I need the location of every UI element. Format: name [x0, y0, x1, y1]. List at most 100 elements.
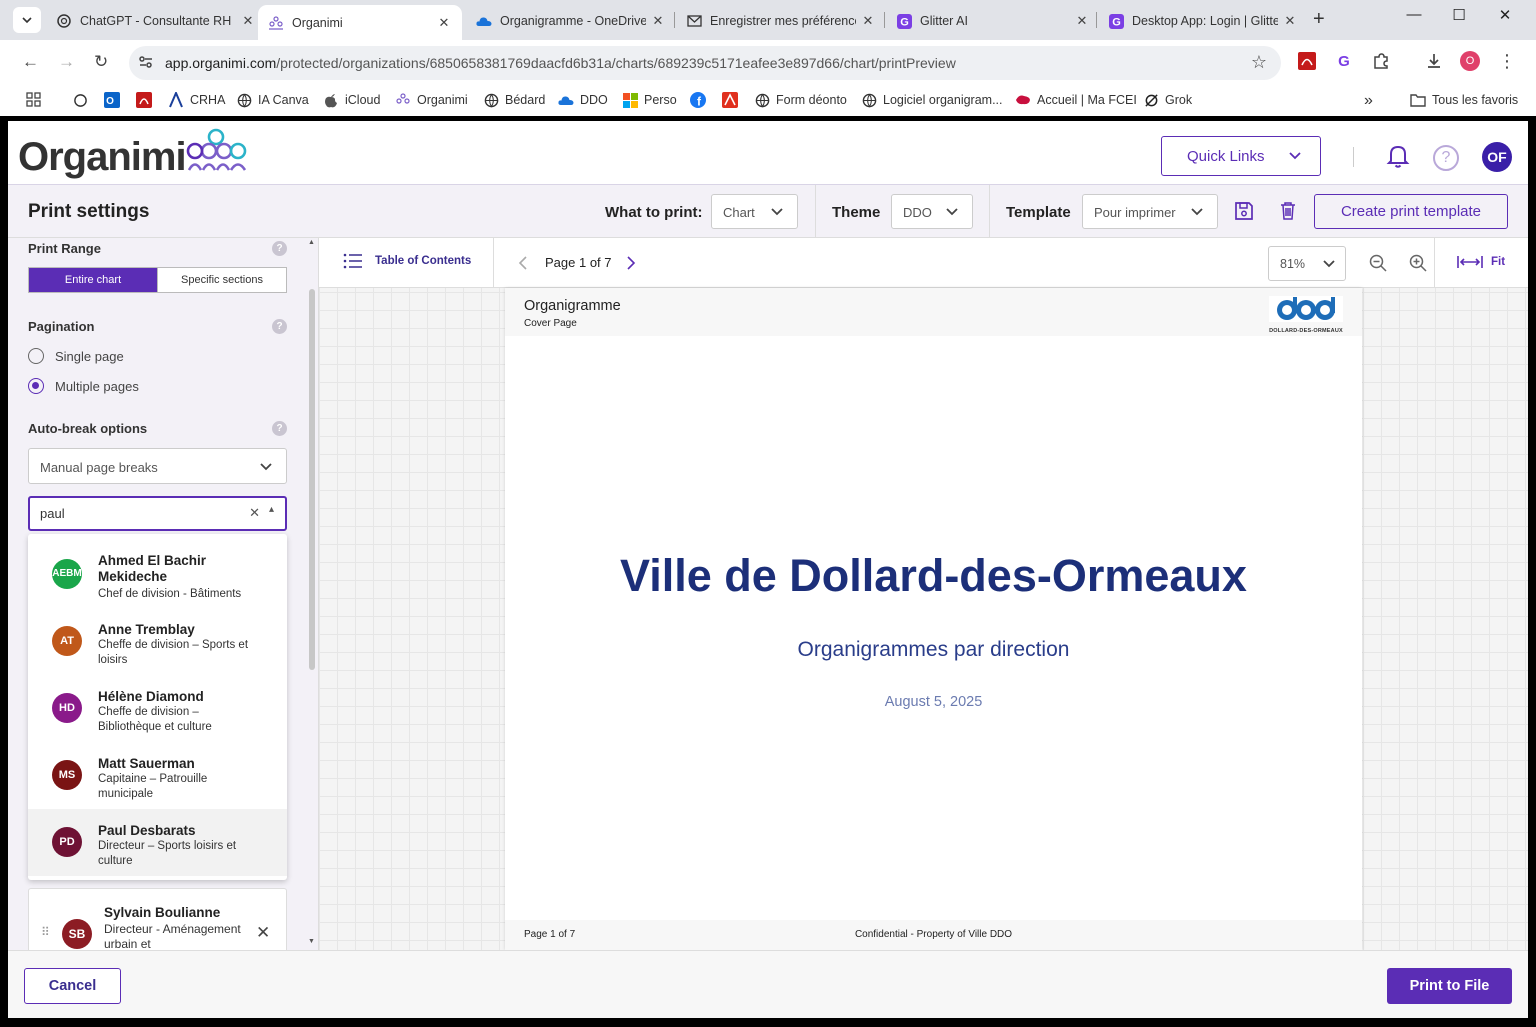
result-name: Anne Tremblay: [98, 622, 195, 637]
close-icon[interactable]: ✕: [1282, 13, 1298, 29]
close-icon[interactable]: ✕: [436, 15, 452, 31]
remove-close-icon[interactable]: ✕: [256, 923, 270, 943]
bookmark-ia-canva[interactable]: IA Canva: [236, 92, 309, 108]
result-item[interactable]: HD Hélène Diamond Cheffe de division – B…: [28, 675, 287, 742]
tab-glitter-login[interactable]: G Desktop App: Login | Glitter ✕: [1108, 6, 1298, 36]
bookmark-grok[interactable]: Grok: [1143, 92, 1192, 108]
scroll-up-arrow-icon[interactable]: ▲: [308, 239, 315, 246]
tab-preferences[interactable]: Enregistrer mes préférences ✕: [686, 6, 876, 36]
pagination-multiple-radio[interactable]: Multiple pages: [28, 378, 139, 394]
back-arrow-icon[interactable]: ←: [22, 52, 39, 72]
bookmark-form-deonto[interactable]: Form déonto: [754, 92, 847, 108]
more-bookmarks-chevron-icon[interactable]: »: [1364, 92, 1373, 110]
help-question-icon[interactable]: ?: [1433, 145, 1459, 171]
tab-search-button[interactable]: [13, 7, 41, 33]
bookmark-ddo[interactable]: DDO: [558, 92, 608, 108]
clear-search-icon[interactable]: ✕: [249, 505, 260, 521]
close-icon[interactable]: ✕: [1074, 13, 1090, 29]
person-search-box[interactable]: ✕ ▴: [28, 496, 287, 531]
download-icon[interactable]: [1424, 51, 1444, 71]
notifications-bell-icon[interactable]: [1386, 143, 1410, 169]
extensions-puzzle-icon[interactable]: [1371, 51, 1391, 71]
forward-arrow-icon[interactable]: →: [58, 52, 75, 72]
maximize-icon[interactable]: ☐: [1436, 6, 1482, 24]
reload-icon[interactable]: ↻: [94, 52, 108, 72]
bookmark-bedard[interactable]: Bédard: [483, 92, 545, 108]
scrollbar-thumb[interactable]: [309, 289, 315, 670]
tab-onedrive[interactable]: Organigramme - OneDrive ✕: [476, 6, 666, 36]
result-item[interactable]: PD Paul Desbarats Directeur – Sports loi…: [28, 809, 287, 876]
close-icon[interactable]: ✕: [240, 13, 256, 29]
bookmark-star-icon[interactable]: ☆: [1251, 52, 1267, 73]
bookmark-perso[interactable]: Perso: [622, 92, 677, 108]
bookmark-label: CRHA: [190, 93, 226, 107]
bookmark-crha[interactable]: CRHA: [168, 92, 225, 108]
help-question-icon[interactable]: ?: [272, 241, 287, 256]
person-search-input[interactable]: [40, 506, 240, 521]
window-close-icon[interactable]: ✕: [1482, 6, 1528, 24]
next-page-chevron-icon[interactable]: [625, 255, 637, 271]
radio-circle-selected[interactable]: [28, 378, 44, 394]
quick-links-button[interactable]: Quick Links: [1161, 136, 1321, 176]
fit-width-button[interactable]: Fit: [1457, 254, 1505, 270]
globe-icon: [483, 92, 499, 108]
bookmark-pdf[interactable]: [136, 92, 158, 108]
bookmark-logiciel[interactable]: Logiciel organigram...: [861, 92, 1003, 108]
help-question-icon[interactable]: ?: [272, 421, 287, 436]
site-info-icon[interactable]: [137, 53, 155, 76]
apple-icon: [323, 92, 339, 108]
auto-break-select[interactable]: Manual page breaks: [28, 448, 287, 484]
outlook-icon: O: [104, 92, 120, 108]
browser-menu-icon[interactable]: ⋮: [1497, 51, 1517, 71]
minimize-icon[interactable]: —: [1391, 6, 1437, 23]
template-select[interactable]: Pour imprimer: [1082, 194, 1218, 229]
bookmark-fcei[interactable]: Accueil | Ma FCEI: [1015, 92, 1137, 108]
zoom-out-icon[interactable]: [1369, 254, 1387, 272]
pdf-extension-icon[interactable]: [1297, 51, 1317, 71]
user-avatar[interactable]: OF: [1482, 142, 1512, 172]
close-icon[interactable]: ✕: [650, 13, 666, 29]
previous-page-chevron-icon[interactable]: [517, 255, 529, 271]
profile-avatar[interactable]: O: [1460, 51, 1480, 71]
zoom-select[interactable]: 81%: [1268, 246, 1346, 281]
collapse-caret-icon[interactable]: ▴: [269, 504, 274, 515]
glitter-icon: G: [896, 13, 912, 29]
close-icon[interactable]: ✕: [860, 13, 876, 29]
create-print-template-button[interactable]: Create print template: [1314, 194, 1508, 229]
result-item[interactable]: AT Anne Tremblay Cheffe de division – Sp…: [28, 608, 287, 675]
range-entire-chart-button[interactable]: Entire chart: [29, 268, 157, 292]
tab-organimi[interactable]: Organimi ✕: [258, 5, 462, 40]
bookmark-facebook[interactable]: f: [690, 92, 712, 108]
what-to-print-select[interactable]: Chart: [711, 194, 798, 229]
table-of-contents-button[interactable]: Table of Contents: [343, 252, 471, 270]
radio-circle[interactable]: [28, 348, 44, 364]
grammarly-extension-icon[interactable]: G: [1334, 51, 1354, 71]
pagination-single-radio[interactable]: Single page: [28, 348, 124, 364]
tab-chatgpt[interactable]: ChatGPT - Consultante RH ✕: [56, 6, 256, 36]
all-bookmarks-folder[interactable]: Tous les favoris: [1410, 92, 1518, 108]
left-panel-scrollbar[interactable]: ▲ ▼: [308, 238, 318, 950]
cancel-button[interactable]: Cancel: [24, 968, 121, 1004]
zoom-in-icon[interactable]: [1409, 254, 1427, 272]
print-to-file-button[interactable]: Print to File: [1387, 968, 1512, 1004]
bookmark-outlook[interactable]: O: [104, 92, 126, 108]
theme-select[interactable]: DDO: [891, 194, 973, 229]
new-tab-plus-icon[interactable]: +: [1313, 8, 1325, 31]
range-specific-sections-button[interactable]: Specific sections: [157, 268, 286, 292]
scroll-down-arrow-icon[interactable]: ▼: [308, 938, 315, 945]
bookmark-label: DDO: [580, 93, 608, 107]
drag-handle-icon[interactable]: ⠿: [41, 925, 50, 939]
result-item[interactable]: MS Matt Sauerman Capitaine – Patrouille …: [28, 742, 287, 809]
delete-trash-icon[interactable]: [1278, 201, 1298, 221]
bookmark-chatgpt[interactable]: [72, 92, 94, 108]
bookmark-organimi[interactable]: Organimi: [395, 92, 468, 108]
result-item[interactable]: AEBM Ahmed El Bachir Mekideche Chef de d…: [28, 538, 287, 605]
bookmark-adobe[interactable]: [722, 92, 744, 108]
bookmark-icloud[interactable]: iCloud: [323, 92, 380, 108]
apps-grid-icon[interactable]: [26, 92, 41, 107]
save-floppy-icon[interactable]: [1234, 201, 1254, 221]
cover-subtitle: Organigrammes par direction: [797, 638, 1070, 661]
tab-glitter-ai[interactable]: G Glitter AI ✕: [896, 6, 1090, 36]
address-bar[interactable]: app.organimi.com/protected/organizations…: [129, 46, 1281, 80]
help-question-icon[interactable]: ?: [272, 319, 287, 334]
